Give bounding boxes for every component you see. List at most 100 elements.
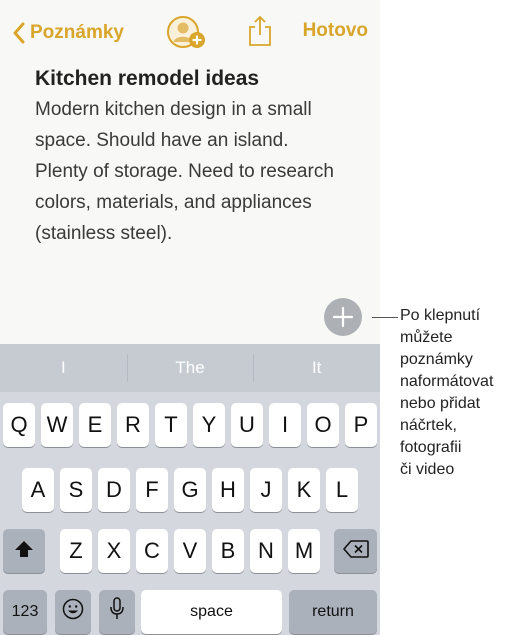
callout-line: nebo přidat — [400, 395, 481, 412]
navigation-bar: Poznámky Hotovo — [0, 0, 380, 64]
note-title[interactable]: Kitchen remodel ideas — [35, 64, 365, 94]
callout-line: či video — [400, 461, 455, 478]
key-q[interactable]: Q — [3, 403, 35, 447]
emoji-icon — [62, 598, 84, 626]
key-b[interactable]: B — [212, 529, 244, 573]
key-s[interactable]: S — [60, 468, 92, 512]
share-icon — [246, 15, 274, 52]
key-m[interactable]: M — [288, 529, 320, 573]
key-label: Z — [69, 538, 83, 563]
suggestion-item[interactable]: I — [0, 344, 127, 392]
keyboard-row-4: 123 space return — [0, 590, 380, 634]
key-label: I — [281, 412, 289, 437]
key-j[interactable]: J — [250, 468, 282, 512]
callout-line: fotografii — [400, 439, 462, 456]
key-e[interactable]: E — [79, 403, 111, 447]
key-n[interactable]: N — [250, 529, 282, 573]
key-label: E — [87, 412, 103, 437]
numbers-key[interactable]: 123 — [3, 590, 47, 634]
key-label: W — [46, 412, 68, 437]
shift-key[interactable] — [3, 529, 45, 573]
chevron-left-icon — [12, 22, 26, 44]
key-o[interactable]: O — [307, 403, 339, 447]
callout-leader-line — [372, 317, 398, 318]
suggestion-item[interactable]: It — [253, 344, 380, 392]
key-label: G — [181, 477, 199, 502]
key-f[interactable]: F — [136, 468, 168, 512]
key-label: X — [106, 538, 122, 563]
key-c[interactable]: C — [136, 529, 168, 573]
callout-line: poznámky — [400, 351, 473, 368]
key-label: H — [220, 477, 236, 502]
key-z[interactable]: Z — [60, 529, 92, 573]
emoji-key[interactable] — [55, 590, 91, 634]
key-label: O — [314, 412, 332, 437]
return-key[interactable]: return — [289, 590, 377, 634]
key-label: return — [312, 603, 354, 620]
add-person-icon — [166, 16, 210, 55]
key-label: A — [30, 477, 46, 502]
key-label: space — [190, 603, 233, 620]
key-label: 123 — [11, 603, 39, 620]
key-label: U — [239, 412, 255, 437]
keyboard-row-3: Z X C V B N M — [0, 529, 380, 573]
phone-screen: Poznámky Hotovo Kitchen remodel ideas Mo… — [0, 0, 380, 635]
done-button[interactable]: Hotovo — [303, 20, 368, 42]
key-label: J — [260, 477, 272, 502]
key-label: Q — [10, 412, 28, 437]
shift-icon — [14, 538, 34, 564]
key-label: F — [145, 477, 159, 502]
keyboard-row-1: Q W E R T Y U I O P — [0, 403, 380, 447]
back-button-label: Poznámky — [30, 22, 124, 43]
note-content[interactable]: Kitchen remodel ideas Modern kitchen des… — [35, 64, 365, 249]
key-d[interactable]: D — [98, 468, 130, 512]
key-u[interactable]: U — [231, 403, 263, 447]
key-y[interactable]: Y — [193, 403, 225, 447]
key-t[interactable]: T — [155, 403, 187, 447]
note-body[interactable]: Modern kitchen design in a small space. … — [35, 94, 365, 249]
callout-text: Po klepnutí můžete poznámky naformátovat… — [400, 305, 528, 481]
note-body-line: colors, materials, and appliances — [35, 192, 312, 213]
key-label: K — [296, 477, 312, 502]
key-p[interactable]: P — [345, 403, 377, 447]
key-k[interactable]: K — [288, 468, 320, 512]
keyboard-row-2: A S D F G H J K L — [0, 468, 380, 512]
key-label: D — [106, 477, 122, 502]
key-label: T — [164, 412, 178, 437]
key-label: R — [125, 412, 141, 437]
key-label: N — [258, 538, 274, 563]
key-l[interactable]: L — [326, 468, 358, 512]
key-i[interactable]: I — [269, 403, 301, 447]
plus-icon — [324, 298, 362, 336]
note-body-line: Modern kitchen design in a small — [35, 99, 312, 120]
key-label: P — [353, 412, 369, 437]
dictation-key[interactable] — [99, 590, 135, 634]
space-key[interactable]: space — [141, 590, 282, 634]
microphone-icon — [109, 597, 125, 627]
note-body-line: Plenty of storage. Need to research — [35, 161, 334, 182]
suggestion-bar: I The It — [0, 344, 380, 392]
key-w[interactable]: W — [41, 403, 73, 447]
key-label: V — [182, 538, 198, 563]
note-body-line: (stainless steel). — [35, 223, 173, 244]
key-label: S — [68, 477, 84, 502]
key-x[interactable]: X — [98, 529, 130, 573]
key-g[interactable]: G — [174, 468, 206, 512]
back-button[interactable]: Poznámky — [12, 18, 124, 48]
callout-line: náčrtek, — [400, 417, 457, 434]
share-button[interactable] — [246, 14, 274, 48]
callout-line: naformátovat — [400, 373, 494, 390]
key-r[interactable]: R — [117, 403, 149, 447]
key-h[interactable]: H — [212, 468, 244, 512]
keyboard: I The It Q W E R T Y U I O P A S D F G H… — [0, 344, 380, 635]
add-attachment-button[interactable] — [324, 298, 362, 336]
suggestion-item[interactable]: The — [126, 344, 254, 392]
key-label: Y — [201, 412, 217, 437]
delete-key[interactable] — [334, 529, 377, 573]
key-v[interactable]: V — [174, 529, 206, 573]
delete-icon — [342, 538, 369, 564]
note-body-line: space. Should have an island. — [35, 130, 289, 151]
key-label: B — [220, 538, 236, 563]
add-person-button[interactable] — [166, 15, 210, 51]
key-a[interactable]: A — [22, 468, 54, 512]
